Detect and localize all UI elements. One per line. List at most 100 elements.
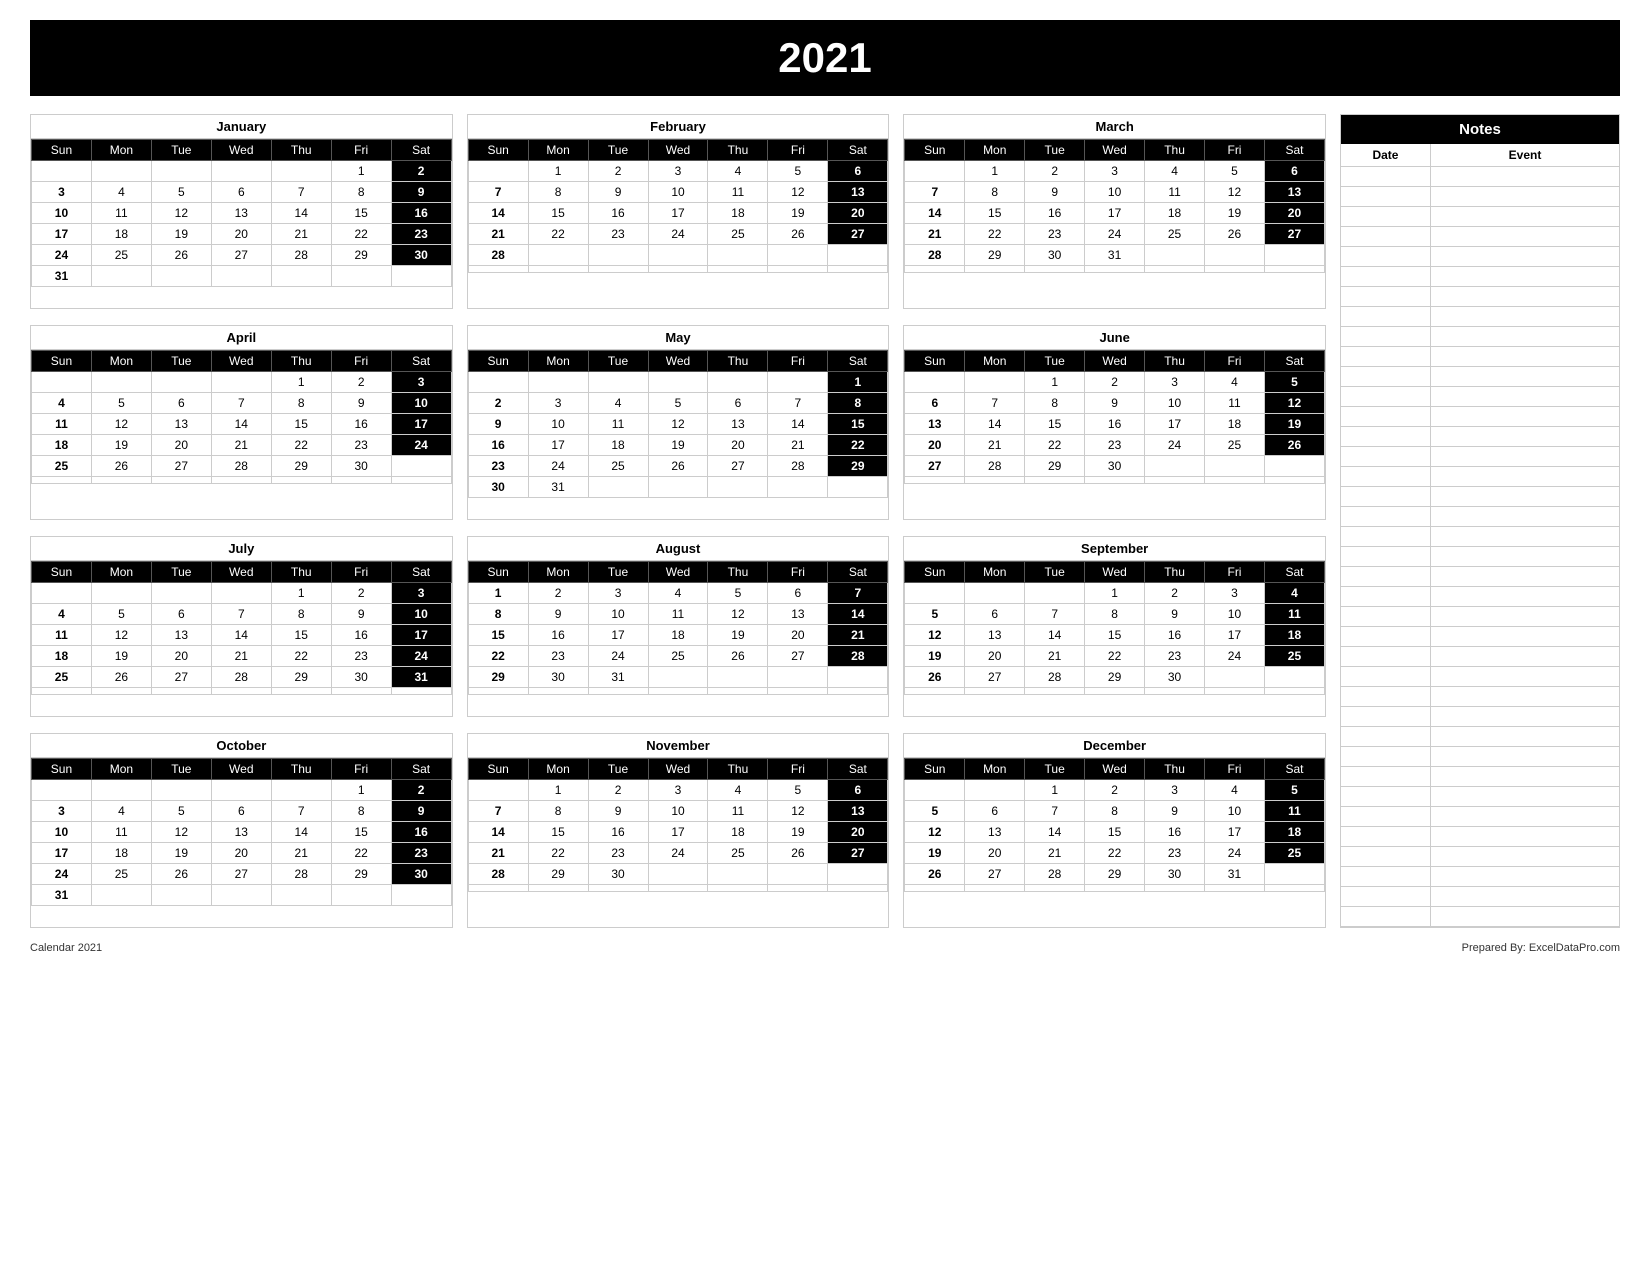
calendar-day-cell[interactable]: 5 (91, 393, 151, 414)
calendar-day-cell[interactable]: 20 (708, 435, 768, 456)
calendar-day-cell[interactable]: 28 (468, 864, 528, 885)
calendar-day-cell[interactable]: 3 (32, 801, 92, 822)
calendar-day-cell[interactable]: 24 (648, 224, 708, 245)
notes-date-cell[interactable] (1341, 427, 1431, 446)
notes-date-cell[interactable] (1341, 667, 1431, 686)
notes-event-cell[interactable] (1431, 307, 1619, 326)
calendar-day-cell[interactable]: 8 (271, 393, 331, 414)
notes-event-cell[interactable] (1431, 867, 1619, 886)
calendar-day-cell[interactable]: 4 (1145, 161, 1205, 182)
calendar-day-cell[interactable]: 5 (708, 583, 768, 604)
calendar-day-cell[interactable]: 24 (588, 646, 648, 667)
notes-date-cell[interactable] (1341, 307, 1431, 326)
calendar-day-cell[interactable]: 6 (211, 801, 271, 822)
calendar-day-cell[interactable]: 14 (211, 625, 271, 646)
calendar-day-cell[interactable]: 3 (648, 780, 708, 801)
calendar-day-cell[interactable]: 4 (708, 161, 768, 182)
notes-date-cell[interactable] (1341, 847, 1431, 866)
calendar-day-cell[interactable]: 20 (151, 646, 211, 667)
calendar-day-cell[interactable]: 7 (905, 182, 965, 203)
calendar-day-cell[interactable]: 8 (1085, 801, 1145, 822)
calendar-day-cell[interactable]: 27 (151, 667, 211, 688)
calendar-day-cell[interactable]: 21 (905, 224, 965, 245)
calendar-day-cell[interactable]: 19 (91, 435, 151, 456)
calendar-day-cell[interactable]: 17 (1205, 822, 1265, 843)
calendar-day-cell[interactable]: 22 (528, 224, 588, 245)
notes-event-cell[interactable] (1431, 847, 1619, 866)
calendar-day-cell[interactable]: 25 (588, 456, 648, 477)
calendar-day-cell[interactable]: 9 (588, 182, 648, 203)
calendar-day-cell[interactable]: 30 (391, 864, 451, 885)
calendar-day-cell[interactable]: 26 (648, 456, 708, 477)
notes-event-cell[interactable] (1431, 267, 1619, 286)
calendar-day-cell[interactable]: 13 (151, 414, 211, 435)
notes-date-cell[interactable] (1341, 907, 1431, 926)
calendar-day-cell[interactable]: 26 (708, 646, 768, 667)
notes-date-cell[interactable] (1341, 587, 1431, 606)
calendar-day-cell[interactable]: 21 (468, 224, 528, 245)
notes-date-cell[interactable] (1341, 247, 1431, 266)
calendar-day-cell[interactable]: 29 (1085, 864, 1145, 885)
calendar-day-cell[interactable]: 22 (828, 435, 888, 456)
calendar-day-cell[interactable]: 1 (331, 161, 391, 182)
calendar-day-cell[interactable]: 9 (588, 801, 648, 822)
calendar-day-cell[interactable]: 23 (1025, 224, 1085, 245)
calendar-day-cell[interactable]: 10 (1205, 604, 1265, 625)
calendar-day-cell[interactable]: 30 (1085, 456, 1145, 477)
calendar-day-cell[interactable]: 7 (211, 604, 271, 625)
calendar-day-cell[interactable]: 21 (965, 435, 1025, 456)
calendar-day-cell[interactable]: 9 (528, 604, 588, 625)
calendar-day-cell[interactable]: 15 (528, 203, 588, 224)
calendar-day-cell[interactable]: 12 (768, 801, 828, 822)
calendar-day-cell[interactable]: 12 (91, 414, 151, 435)
calendar-day-cell[interactable]: 29 (1085, 667, 1145, 688)
notes-event-cell[interactable] (1431, 187, 1619, 206)
calendar-day-cell[interactable]: 10 (648, 182, 708, 203)
calendar-day-cell[interactable]: 31 (1085, 245, 1145, 266)
calendar-day-cell[interactable]: 18 (1205, 414, 1265, 435)
calendar-day-cell[interactable]: 6 (708, 393, 768, 414)
calendar-day-cell[interactable]: 31 (528, 477, 588, 498)
calendar-day-cell[interactable]: 26 (905, 667, 965, 688)
calendar-day-cell[interactable]: 23 (1085, 435, 1145, 456)
calendar-day-cell[interactable]: 14 (468, 822, 528, 843)
calendar-day-cell[interactable]: 27 (708, 456, 768, 477)
calendar-day-cell[interactable]: 3 (391, 372, 451, 393)
calendar-day-cell[interactable]: 28 (211, 456, 271, 477)
calendar-day-cell[interactable]: 19 (151, 224, 211, 245)
calendar-day-cell[interactable]: 25 (1205, 435, 1265, 456)
calendar-day-cell[interactable]: 26 (91, 667, 151, 688)
calendar-day-cell[interactable]: 30 (1145, 864, 1205, 885)
calendar-day-cell[interactable]: 3 (588, 583, 648, 604)
notes-date-cell[interactable] (1341, 767, 1431, 786)
calendar-day-cell[interactable]: 6 (768, 583, 828, 604)
calendar-day-cell[interactable]: 12 (768, 182, 828, 203)
notes-date-cell[interactable] (1341, 367, 1431, 386)
calendar-day-cell[interactable]: 14 (828, 604, 888, 625)
notes-event-cell[interactable] (1431, 647, 1619, 666)
calendar-day-cell[interactable]: 14 (211, 414, 271, 435)
calendar-day-cell[interactable]: 10 (391, 393, 451, 414)
calendar-day-cell[interactable]: 14 (1025, 822, 1085, 843)
calendar-day-cell[interactable]: 3 (1145, 372, 1205, 393)
notes-date-cell[interactable] (1341, 207, 1431, 226)
calendar-day-cell[interactable]: 19 (905, 646, 965, 667)
calendar-day-cell[interactable]: 14 (965, 414, 1025, 435)
calendar-day-cell[interactable]: 22 (528, 843, 588, 864)
calendar-day-cell[interactable]: 2 (1145, 583, 1205, 604)
calendar-day-cell[interactable]: 13 (905, 414, 965, 435)
calendar-day-cell[interactable]: 24 (1085, 224, 1145, 245)
notes-event-cell[interactable] (1431, 827, 1619, 846)
calendar-day-cell[interactable]: 9 (331, 393, 391, 414)
calendar-day-cell[interactable]: 14 (768, 414, 828, 435)
calendar-day-cell[interactable]: 29 (331, 245, 391, 266)
notes-event-cell[interactable] (1431, 767, 1619, 786)
calendar-day-cell[interactable]: 11 (708, 182, 768, 203)
calendar-day-cell[interactable]: 3 (648, 161, 708, 182)
calendar-day-cell[interactable]: 29 (331, 864, 391, 885)
calendar-day-cell[interactable]: 26 (151, 864, 211, 885)
calendar-day-cell[interactable]: 13 (965, 822, 1025, 843)
calendar-day-cell[interactable]: 19 (708, 625, 768, 646)
notes-date-cell[interactable] (1341, 327, 1431, 346)
calendar-day-cell[interactable]: 7 (1025, 801, 1085, 822)
